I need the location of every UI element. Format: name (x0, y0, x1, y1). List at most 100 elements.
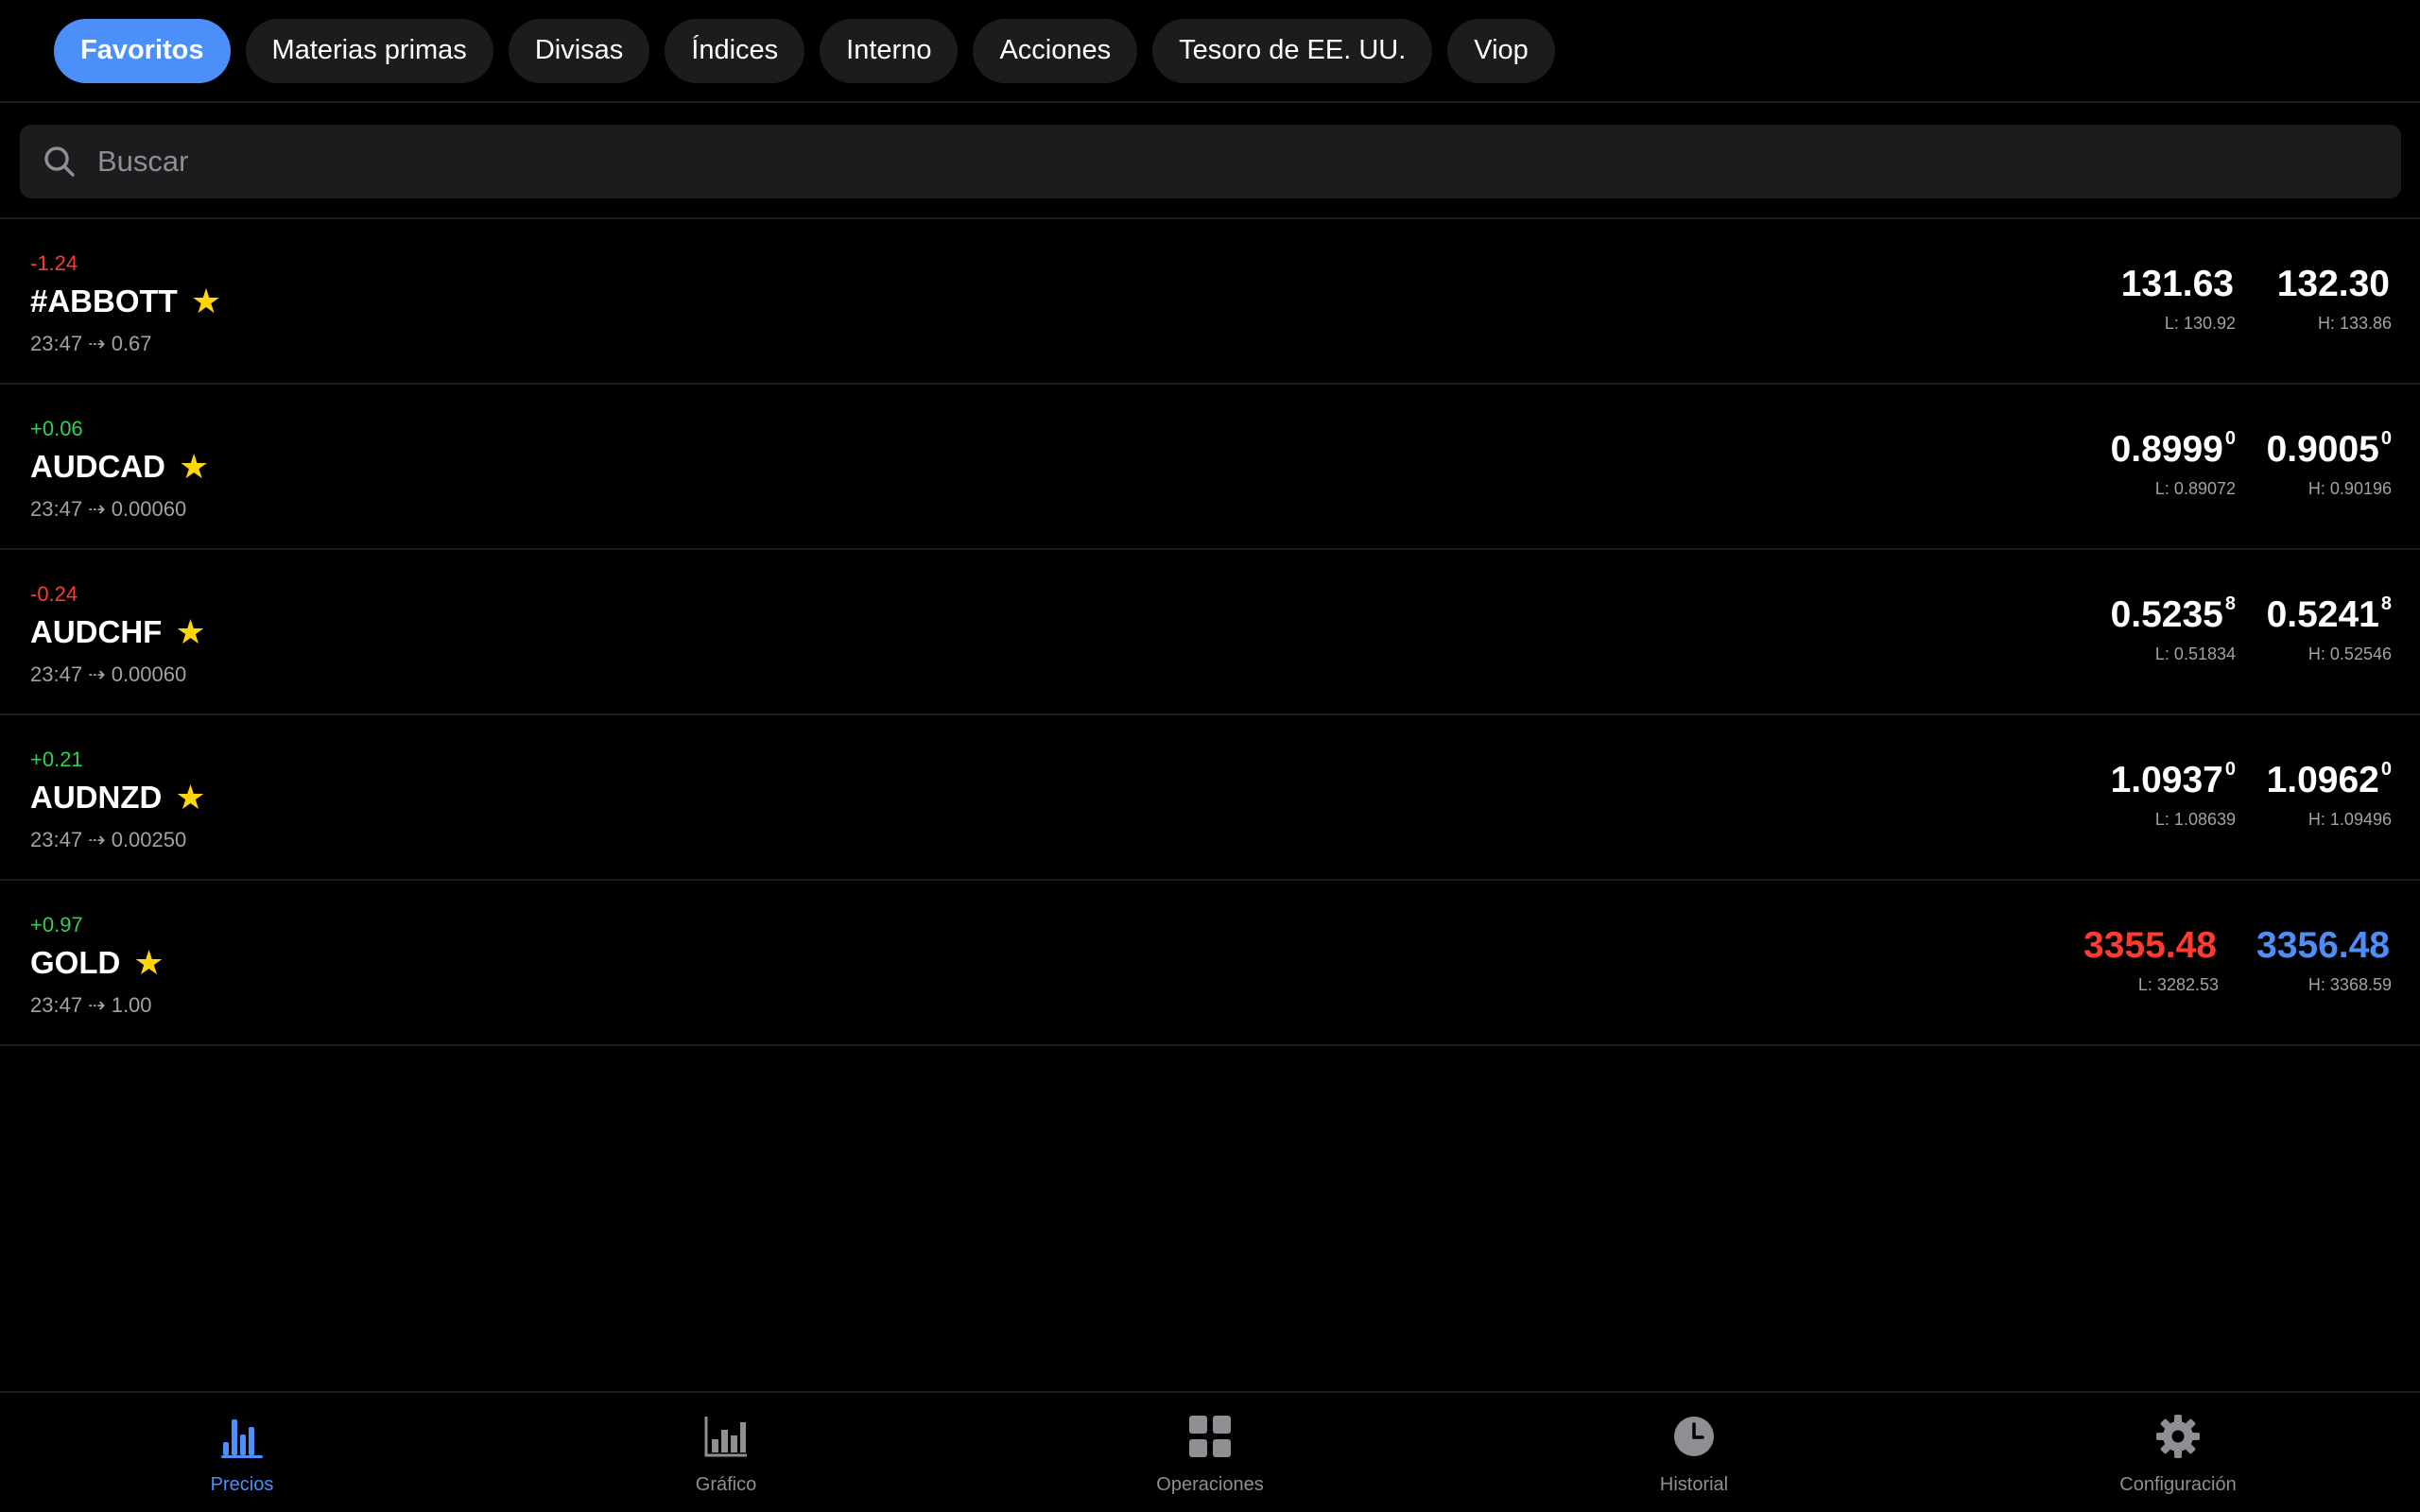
high-value: H: 0.52546 (2308, 644, 2392, 663)
ask-price[interactable]: 1.0962 0 H: 1.09496 (2266, 759, 2392, 830)
bid-value: 0.8999 0 (2110, 428, 2236, 470)
bid-price[interactable]: 0.5235 8 L: 0.51834 (2110, 593, 2236, 664)
bid-pip: 8 (2224, 593, 2236, 614)
instrument-row-audnzd[interactable]: +0.21 AUDNZD ★ 23:47 ⇢ 0.00250 1.0937 0 L… (0, 715, 2420, 881)
ask-price[interactable]: 3356.48 H: 3368.59 (2256, 927, 2392, 995)
ask-pip: 8 (2380, 593, 2392, 614)
clock-icon (1671, 1414, 1717, 1459)
symbol: AUDNZD ★ (30, 780, 206, 816)
bid-pip: 0 (2224, 759, 2236, 780)
low-value: L: 0.89072 (2154, 479, 2236, 498)
instrument-row-audchf[interactable]: -0.24 AUDCHF ★ 23:47 ⇢ 0.00060 0.5235 8 L… (0, 550, 2420, 715)
instrument-row-abbott[interactable]: -1.24 #ABBOTT ★ 23:47 ⇢ 0.67 131.63 L: 1… (0, 219, 2420, 385)
category-tabs: Favoritos Materias primas Divisas Índice… (0, 0, 2420, 103)
bar-chart-icon (219, 1414, 265, 1459)
symbol-label: AUDCHF (30, 614, 163, 649)
instrument-row-audcad[interactable]: +0.06 AUDCAD ★ 23:47 ⇢ 0.00060 0.8999 0 L… (0, 385, 2420, 550)
tab-favoritos[interactable]: Favoritos (54, 18, 231, 83)
bid-main: 0.5235 (2110, 594, 2223, 635)
time-spread: 23:47 ⇢ 0.67 (30, 332, 152, 355)
nav-label: Precios (210, 1474, 274, 1495)
star-icon[interactable]: ★ (133, 946, 164, 980)
nav-grafico[interactable]: Gráfico (484, 1393, 968, 1512)
star-icon[interactable]: ★ (191, 284, 221, 318)
daily-change: +0.06 (30, 417, 83, 440)
ask-main: 0.5241 (2266, 594, 2379, 635)
bid-value: 131.63 (2121, 266, 2236, 302)
bid-pip: 0 (2224, 428, 2236, 449)
time-spread: 23:47 ⇢ 1.00 (30, 993, 152, 1017)
bid-main: 3355.48 (2083, 925, 2217, 966)
symbol: AUDCAD ★ (30, 449, 209, 485)
daily-change: -1.24 (30, 251, 78, 275)
bid-price[interactable]: 3355.48 L: 3282.53 (2083, 927, 2219, 995)
tab-tesoro[interactable]: Tesoro de EE. UU. (1152, 18, 1433, 83)
bid-price[interactable]: 131.63 L: 130.92 (2121, 266, 2236, 334)
time-spread: 23:47 ⇢ 0.00060 (30, 497, 187, 521)
instrument-row-gold[interactable]: +0.97 GOLD ★ 23:47 ⇢ 1.00 3355.48 L: 328… (0, 881, 2420, 1046)
bottom-nav: Precios Gráfico Operaciones Historial Co… (0, 1391, 2420, 1512)
bid-value: 1.0937 0 (2110, 759, 2236, 800)
ask-value: 132.30 (2277, 266, 2392, 302)
bid-main: 1.0937 (2110, 760, 2223, 800)
app-root: Favoritos Materias primas Divisas Índice… (0, 0, 2420, 1512)
ask-price[interactable]: 0.9005 0 H: 0.90196 (2266, 429, 2392, 499)
tab-indices[interactable]: Índices (665, 18, 805, 83)
ask-main: 132.30 (2276, 264, 2390, 304)
tab-acciones[interactable]: Acciones (973, 18, 1138, 83)
chart-icon (703, 1414, 749, 1459)
nav-precios[interactable]: Precios (0, 1393, 484, 1512)
high-value: H: 0.90196 (2308, 479, 2392, 498)
daily-change: -0.24 (30, 582, 78, 606)
ask-value: 0.5241 8 (2266, 593, 2392, 635)
ask-price[interactable]: 132.30 H: 133.86 (2277, 266, 2392, 334)
symbol: AUDCHF ★ (30, 614, 206, 650)
search-input[interactable] (95, 144, 2401, 180)
symbol-label: #ABBOTT (30, 284, 178, 318)
low-value: L: 1.08639 (2154, 810, 2236, 829)
daily-change: +0.21 (30, 747, 83, 771)
time-spread: 23:47 ⇢ 0.00060 (30, 662, 187, 686)
bid-main: 131.63 (2120, 264, 2234, 304)
grid-icon (1187, 1414, 1233, 1459)
nav-label: Configuración (2119, 1474, 2237, 1495)
ask-pip: 0 (2380, 759, 2392, 780)
daily-change: +0.97 (30, 913, 83, 936)
ask-price[interactable]: 0.5241 8 H: 0.52546 (2266, 593, 2392, 664)
tab-divisas[interactable]: Divisas (508, 18, 650, 83)
symbol: #ABBOTT ★ (30, 284, 221, 319)
ask-value: 3356.48 (2256, 927, 2392, 964)
ask-value: 1.0962 0 (2266, 759, 2392, 800)
nav-label: Operaciones (1156, 1474, 1264, 1495)
low-value: L: 3282.53 (2137, 975, 2219, 994)
nav-label: Historial (1659, 1474, 1729, 1495)
bid-value: 3355.48 (2083, 927, 2219, 964)
nav-label: Gráfico (695, 1474, 757, 1495)
search-icon (41, 143, 78, 180)
low-value: L: 130.92 (2164, 314, 2236, 333)
symbol: GOLD ★ (30, 945, 164, 981)
tab-interno[interactable]: Interno (820, 18, 959, 83)
tab-viop[interactable]: Viop (1447, 18, 1555, 83)
search-bar[interactable] (20, 125, 2401, 198)
high-value: H: 133.86 (2317, 314, 2392, 333)
ask-main: 0.9005 (2266, 429, 2379, 470)
bid-price[interactable]: 1.0937 0 L: 1.08639 (2110, 759, 2236, 830)
nav-historial[interactable]: Historial (1452, 1393, 1936, 1512)
time-spread: 23:47 ⇢ 0.00250 (30, 828, 187, 851)
gear-icon (2155, 1414, 2201, 1459)
ask-main: 1.0962 (2266, 760, 2379, 800)
bid-price[interactable]: 0.8999 0 L: 0.89072 (2110, 428, 2236, 499)
symbol-label: AUDCAD (30, 449, 165, 484)
star-icon[interactable]: ★ (175, 781, 205, 815)
ask-value: 0.9005 0 (2266, 429, 2392, 470)
nav-configuracion[interactable]: Configuración (1936, 1393, 2420, 1512)
star-icon[interactable]: ★ (175, 615, 205, 649)
high-value: H: 3368.59 (2308, 975, 2392, 994)
bid-value: 0.5235 8 (2110, 593, 2236, 635)
star-icon[interactable]: ★ (179, 450, 209, 484)
ask-main: 3356.48 (2256, 925, 2390, 966)
bid-main: 0.8999 (2110, 429, 2223, 470)
tab-materias-primas[interactable]: Materias primas (245, 18, 493, 83)
nav-operaciones[interactable]: Operaciones (968, 1393, 1452, 1512)
